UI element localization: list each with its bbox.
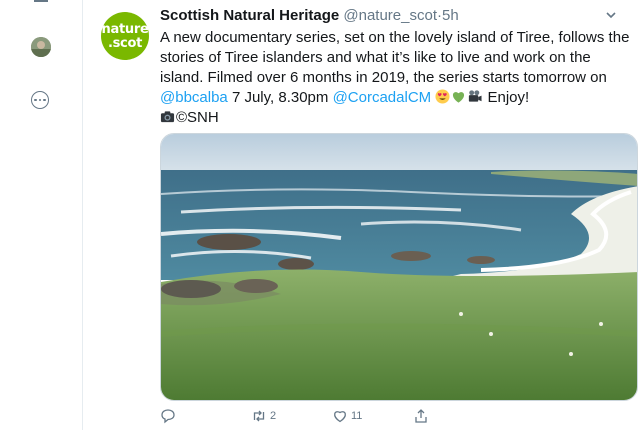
tweet-media-image[interactable] bbox=[160, 133, 638, 401]
more-icon[interactable] bbox=[31, 91, 49, 109]
photo-credit: ©SNH bbox=[176, 109, 219, 126]
author-handle[interactable]: @nature_scot bbox=[343, 7, 437, 24]
avatar-text-line1: nature bbox=[101, 21, 149, 37]
tweet-header: Scottish Natural Heritage @nature_scot·5… bbox=[160, 7, 459, 24]
reply-icon bbox=[161, 409, 175, 424]
avatar-text-line2: .scot bbox=[107, 35, 143, 51]
mention-corcadalcm[interactable]: @CorcadalCM bbox=[333, 89, 432, 106]
share-button[interactable] bbox=[413, 408, 429, 424]
tweet-text-part2: 7 July, 8.30pm bbox=[227, 89, 333, 106]
tweet-timestamp[interactable]: 5h bbox=[442, 7, 459, 24]
share-icon bbox=[415, 409, 427, 423]
left-sidebar bbox=[0, 0, 83, 430]
mention-bbcalba[interactable]: @bbcalba bbox=[160, 89, 228, 106]
camera-emoji bbox=[160, 111, 175, 123]
reply-button[interactable] bbox=[160, 408, 179, 424]
video-camera-emoji bbox=[469, 90, 482, 102]
green-heart-emoji bbox=[453, 92, 465, 103]
tiree-coast-photo bbox=[161, 134, 637, 400]
tweet-text: A new documentary series, set on the lov… bbox=[160, 28, 630, 128]
retweet-button[interactable]: 2 bbox=[251, 408, 276, 424]
retweet-icon bbox=[253, 410, 265, 422]
tweet-author-avatar[interactable]: nature .scot bbox=[101, 12, 149, 60]
tweet-actions: 2 11 bbox=[160, 408, 630, 430]
tweet: nature .scot Scottish Natural Heritage @… bbox=[83, 0, 640, 430]
author-display-name[interactable]: Scottish Natural Heritage bbox=[160, 7, 339, 24]
like-icon bbox=[334, 411, 346, 423]
caret-down-icon[interactable] bbox=[604, 8, 618, 22]
heart-eyes-emoji bbox=[435, 89, 450, 104]
retweet-count: 2 bbox=[270, 410, 277, 422]
like-button[interactable]: 11 bbox=[332, 408, 362, 424]
like-count: 11 bbox=[351, 410, 363, 422]
profile-avatar[interactable] bbox=[31, 37, 51, 57]
tweet-text-part3: Enjoy! bbox=[483, 89, 530, 106]
nav-icon-partial[interactable] bbox=[34, 0, 48, 2]
tweet-text-part1: A new documentary series, set on the lov… bbox=[160, 29, 630, 86]
